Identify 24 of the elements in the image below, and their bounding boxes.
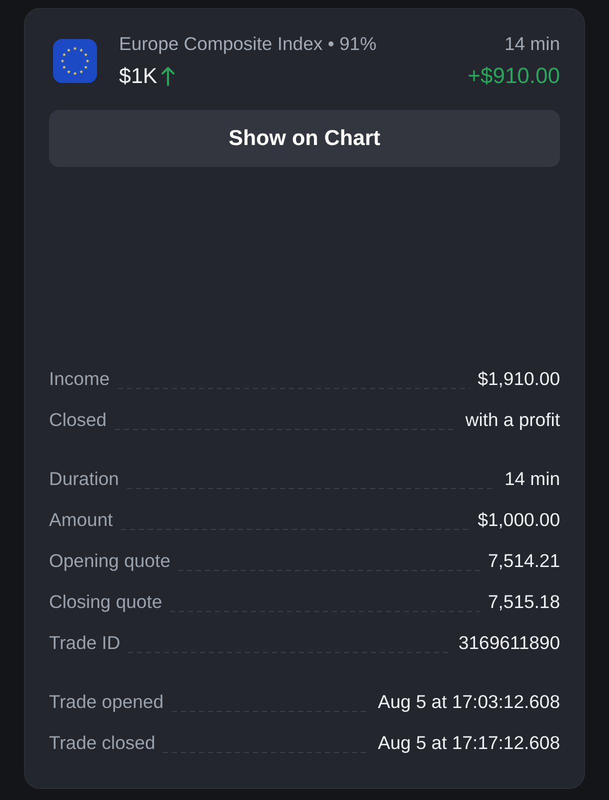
trade-duration: 14 min (504, 32, 560, 56)
detail-label: Trade ID (49, 632, 120, 654)
detail-label: Opening quote (49, 550, 170, 572)
detail-label: Closing quote (49, 590, 162, 612)
profit-amount: +$910.00 (468, 62, 560, 90)
trade-amount: $1K (119, 63, 158, 90)
detail-value: 7,514.21 (488, 550, 560, 572)
detail-label: Closed (49, 408, 107, 430)
detail-label: Trade closed (49, 732, 156, 754)
detail-value: $1,000.00 (478, 508, 560, 530)
show-on-chart-button[interactable]: Show on Chart (49, 110, 560, 167)
detail-label: Income (49, 368, 110, 390)
detail-label: Amount (49, 508, 113, 530)
detail-value: $1,910.00 (478, 368, 560, 390)
detail-label: Trade opened (49, 690, 164, 712)
detail-value: with a profit (465, 408, 560, 430)
detail-value: Aug 5 at 17:03:12.608 (378, 690, 560, 712)
detail-value: 14 min (504, 468, 560, 490)
flag-icon (53, 39, 97, 83)
detail-value: 3169611890 (458, 632, 560, 654)
asset-title: Europe Composite Index • 91% (119, 32, 378, 56)
detail-label: Duration (49, 468, 119, 490)
detail-value: 7,515.18 (488, 590, 560, 612)
detail-value: Aug 5 at 17:17:12.608 (378, 732, 560, 754)
